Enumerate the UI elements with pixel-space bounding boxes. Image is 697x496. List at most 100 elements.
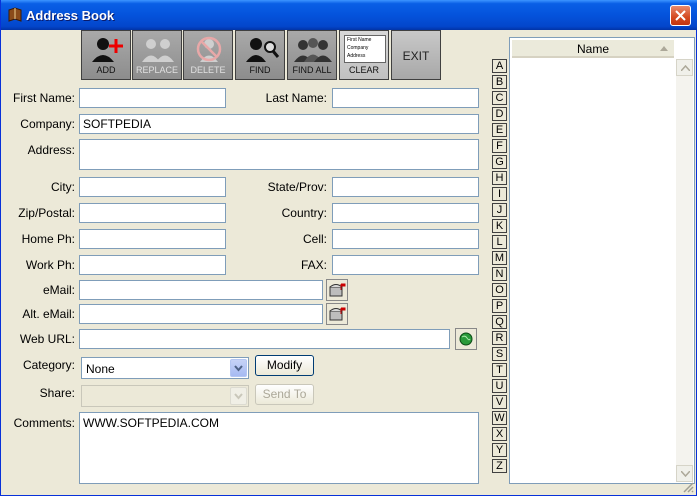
- exit-button[interactable]: EXIT: [391, 30, 441, 80]
- replace-button[interactable]: REPLACE: [132, 30, 182, 80]
- add-button[interactable]: ADD: [81, 30, 131, 80]
- globe-icon: [459, 332, 473, 346]
- clear-label: CLEAR: [348, 65, 379, 75]
- alpha-index-n[interactable]: N: [492, 267, 507, 281]
- alpha-index-e[interactable]: E: [492, 123, 507, 137]
- email-field[interactable]: [79, 280, 323, 300]
- category-select[interactable]: None: [81, 357, 249, 379]
- book-icon: [8, 7, 22, 22]
- alpha-index-y[interactable]: Y: [492, 443, 507, 457]
- alpha-index-w[interactable]: W: [492, 411, 507, 425]
- zip-label: Zip/Postal:: [18, 206, 75, 220]
- scroll-up-button[interactable]: [676, 59, 693, 76]
- alpha-index-m[interactable]: M: [492, 251, 507, 265]
- alpha-index-r[interactable]: R: [492, 331, 507, 345]
- share-select[interactable]: [81, 385, 249, 407]
- state-label: State/Prov:: [267, 180, 327, 194]
- alpha-index-q[interactable]: Q: [492, 315, 507, 329]
- alpha-index-g[interactable]: G: [492, 155, 507, 169]
- comments-field[interactable]: WWW.SOFTPEDIA.COM: [79, 412, 479, 484]
- contact-list[interactable]: Name: [509, 37, 695, 484]
- alpha-index-s[interactable]: S: [492, 347, 507, 361]
- alpha-index-k[interactable]: K: [492, 219, 507, 233]
- close-icon: [675, 10, 686, 21]
- find-all-button[interactable]: FIND ALL: [287, 30, 337, 80]
- alpha-index-f[interactable]: F: [492, 139, 507, 153]
- alpha-index-o[interactable]: O: [492, 283, 507, 297]
- alpha-index-p[interactable]: P: [492, 299, 507, 313]
- comments-label: Comments:: [13, 416, 75, 430]
- alpha-index-d[interactable]: D: [492, 107, 507, 121]
- alpha-index-b[interactable]: B: [492, 75, 507, 89]
- alpha-index-v[interactable]: V: [492, 395, 507, 409]
- fax-field[interactable]: [332, 255, 479, 275]
- window-title: Address Book: [26, 8, 115, 23]
- alpha-index-j[interactable]: J: [492, 203, 507, 217]
- alpha-index-t[interactable]: T: [492, 363, 507, 377]
- home-phone-label: Home Ph:: [21, 232, 75, 246]
- first-name-label: First Name:: [12, 91, 75, 105]
- find-all-label: FIND ALL: [292, 65, 332, 75]
- replace-label: REPLACE: [135, 65, 179, 75]
- delete-label: DELETE: [190, 65, 226, 75]
- address-label: Address:: [27, 143, 75, 157]
- mailbox-icon: [329, 283, 346, 297]
- clear-preview-first: First Name: [347, 37, 372, 43]
- category-dropdown-arrow[interactable]: [230, 359, 247, 377]
- work-phone-label: Work Ph:: [25, 258, 75, 272]
- chevron-down-icon: [234, 365, 243, 372]
- email-label: eMail:: [42, 283, 75, 297]
- clear-preview-company: Company: [347, 45, 369, 51]
- alpha-index-c[interactable]: C: [492, 91, 507, 105]
- list-vertical-scrollbar[interactable]: [676, 59, 693, 482]
- work-phone-field[interactable]: [79, 255, 226, 275]
- address-book-window: Address Book ADD REPLACE DELETE FIND FIN…: [0, 0, 697, 496]
- company-label: Company:: [20, 117, 75, 131]
- alpha-index-x[interactable]: X: [492, 427, 507, 441]
- resize-grip-icon[interactable]: [682, 481, 694, 493]
- scroll-down-button[interactable]: [676, 465, 693, 482]
- send-email-button[interactable]: [326, 279, 348, 301]
- first-name-field[interactable]: [79, 88, 226, 108]
- find-all-people-icon: [294, 38, 332, 62]
- alpha-index-a[interactable]: A: [492, 59, 507, 73]
- delete-button[interactable]: DELETE: [183, 30, 233, 80]
- home-phone-field[interactable]: [79, 229, 226, 249]
- cell-field[interactable]: [332, 229, 479, 249]
- last-name-field[interactable]: [332, 88, 479, 108]
- city-field[interactable]: [79, 177, 226, 197]
- close-button[interactable]: [670, 5, 691, 26]
- city-label: City:: [51, 180, 75, 194]
- web-url-field[interactable]: [79, 329, 450, 349]
- alpha-index-h[interactable]: H: [492, 171, 507, 185]
- arrow-down-icon: [681, 471, 690, 477]
- find-button[interactable]: FIND: [235, 30, 285, 80]
- send-to-button[interactable]: Send To: [255, 384, 314, 405]
- state-field[interactable]: [332, 177, 479, 197]
- find-label: FIND: [249, 65, 271, 75]
- zip-field[interactable]: [79, 203, 226, 223]
- send-alt-email-button[interactable]: [326, 303, 348, 325]
- alpha-index-u[interactable]: U: [492, 379, 507, 393]
- delete-person-icon: [196, 36, 222, 62]
- alpha-index-z[interactable]: Z: [492, 459, 507, 473]
- country-field[interactable]: [332, 203, 479, 223]
- category-label: Category:: [22, 358, 75, 372]
- chevron-down-icon: [234, 393, 243, 400]
- alt-email-field[interactable]: [79, 304, 323, 324]
- add-person-icon: [92, 38, 123, 62]
- alpha-index-i[interactable]: I: [492, 187, 507, 201]
- alpha-index-l[interactable]: L: [492, 235, 507, 249]
- title-bar[interactable]: Address Book: [1, 0, 697, 30]
- add-label: ADD: [96, 65, 116, 75]
- clear-button[interactable]: First Name Company Address CLEAR: [339, 30, 389, 80]
- cell-label: Cell:: [302, 232, 327, 246]
- open-url-button[interactable]: [455, 328, 477, 350]
- share-dropdown-arrow[interactable]: [230, 387, 247, 405]
- company-field[interactable]: SOFTPEDIA: [79, 114, 479, 134]
- name-column-header[interactable]: Name: [512, 40, 674, 58]
- sort-ascending-icon: [660, 46, 668, 51]
- category-value: None: [86, 362, 115, 376]
- modify-button[interactable]: Modify: [255, 355, 314, 376]
- address-field[interactable]: [79, 139, 479, 170]
